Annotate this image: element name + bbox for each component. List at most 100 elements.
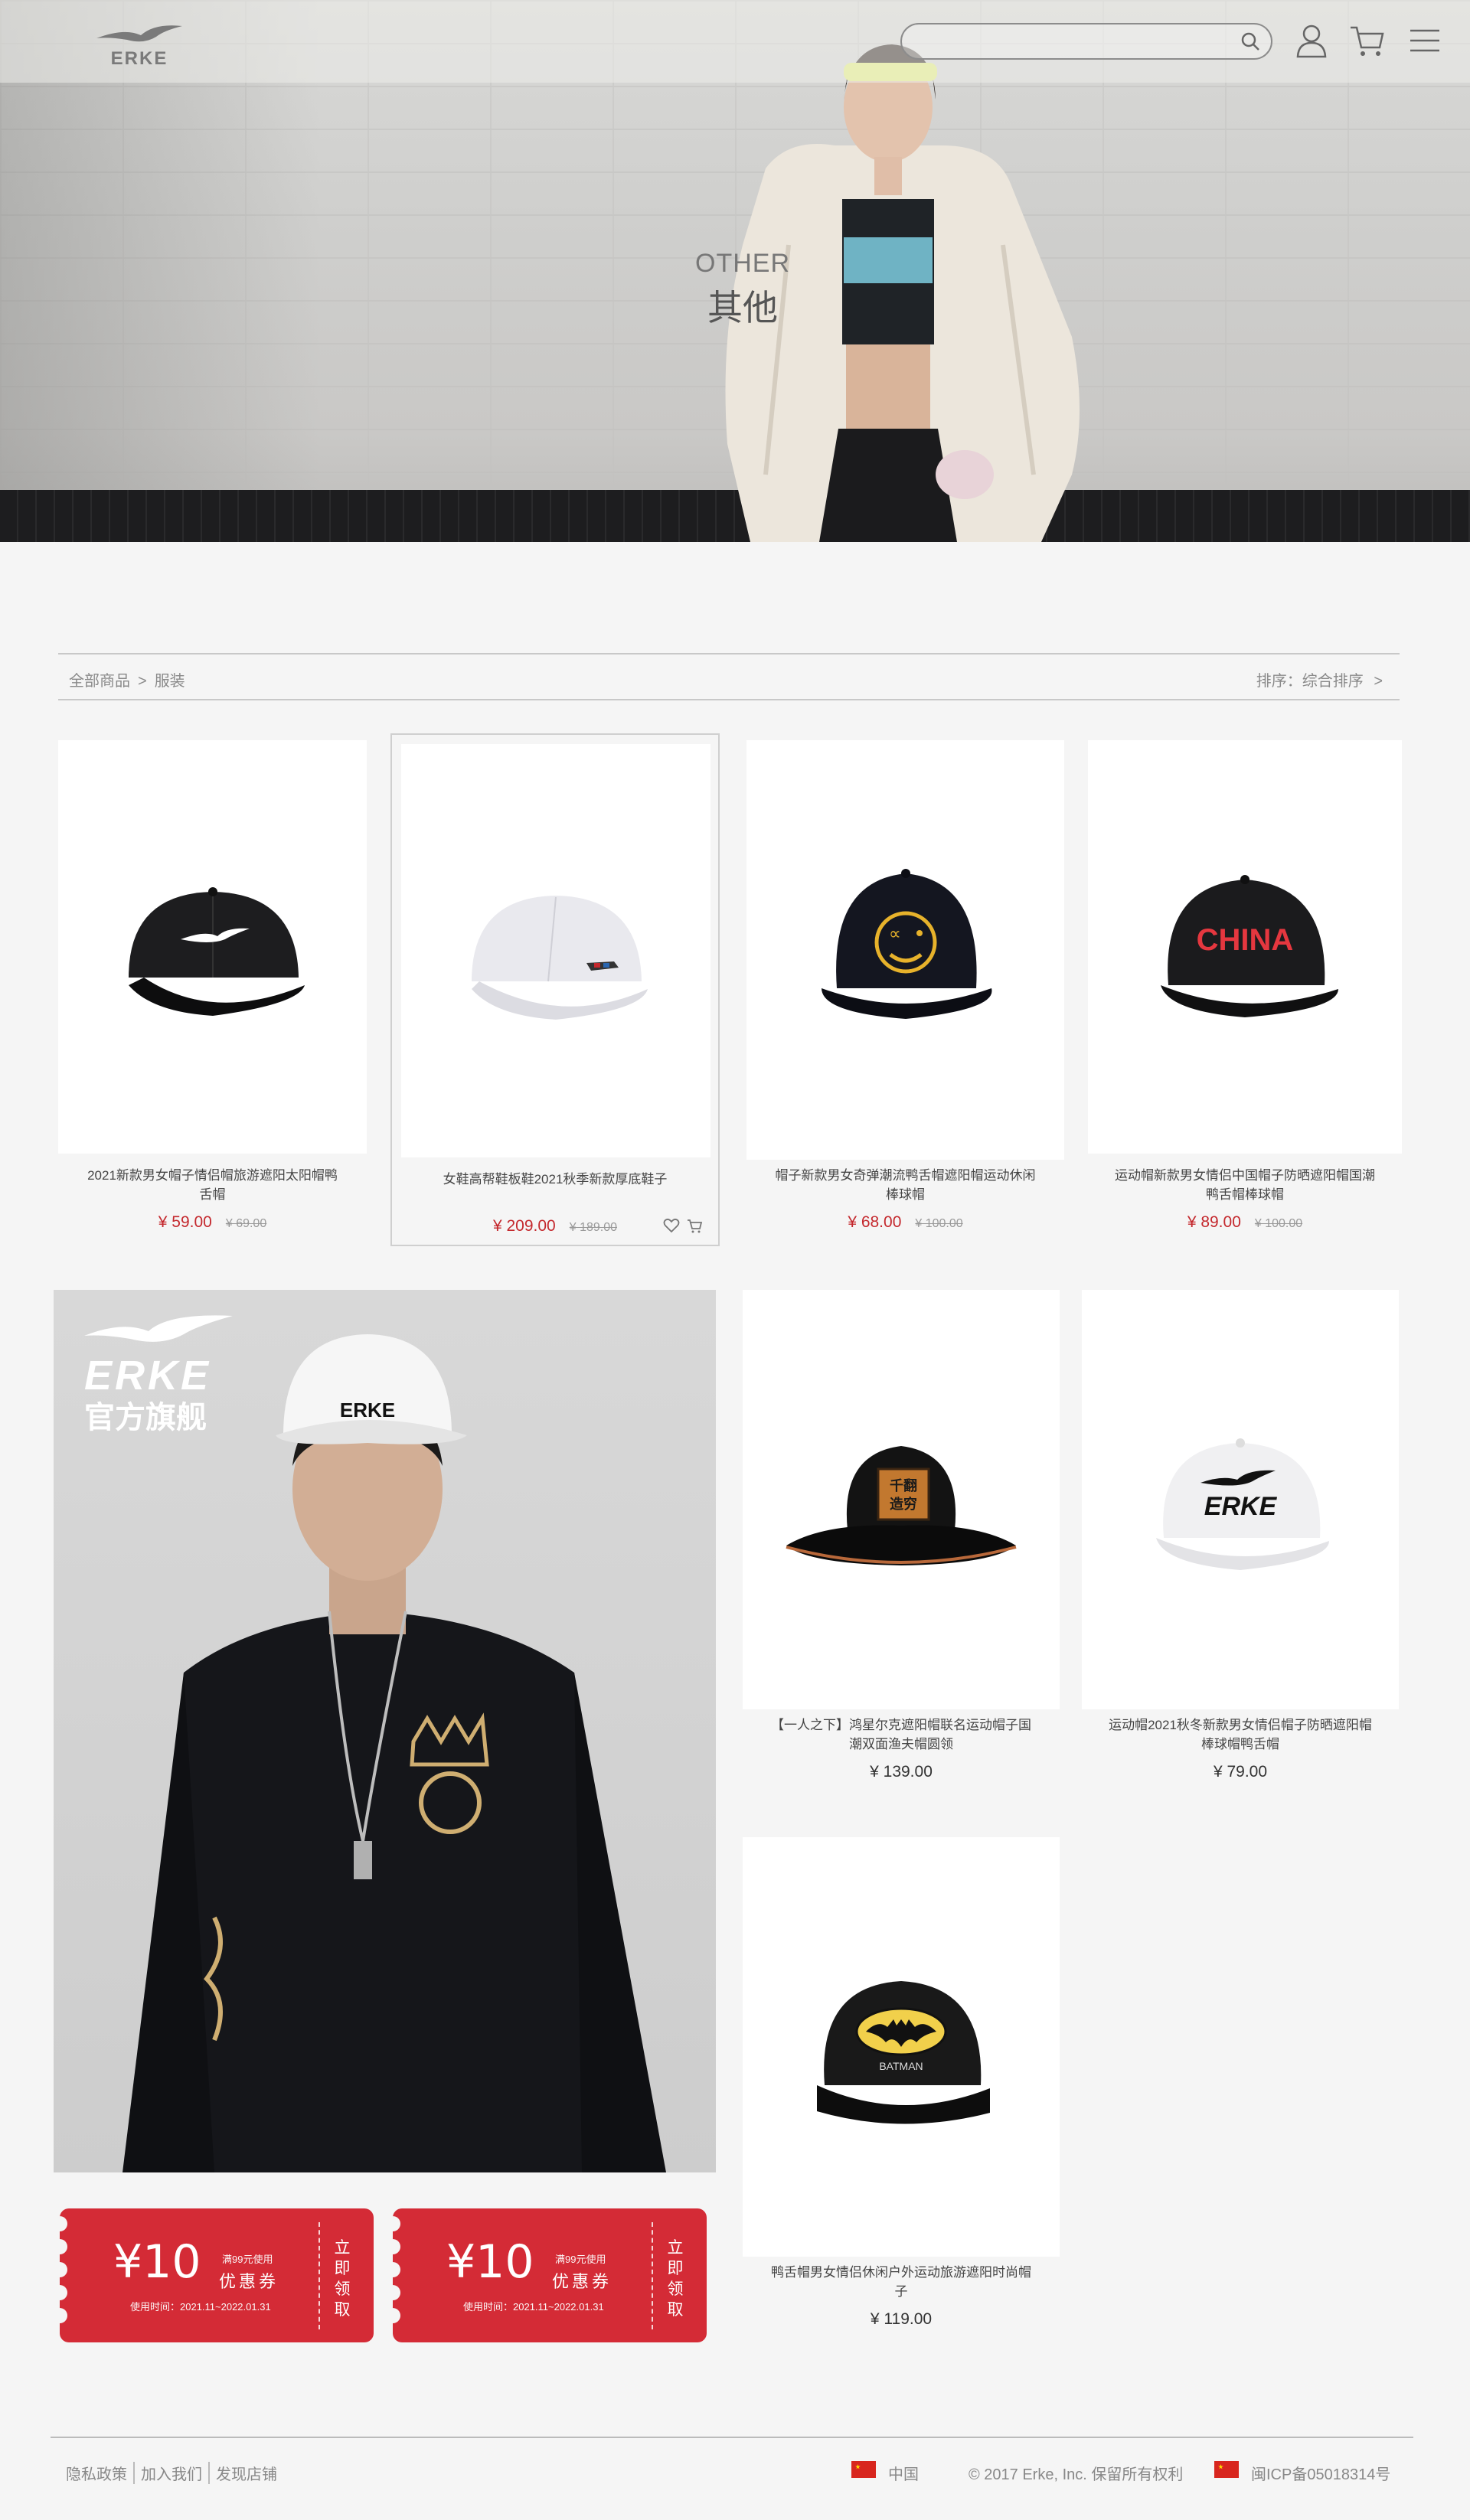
card-actions (657, 1217, 703, 1238)
user-icon[interactable] (1292, 21, 1331, 60)
svg-text:千翻: 千翻 (890, 1477, 917, 1494)
product-image[interactable] (58, 740, 367, 1154)
product-card[interactable]: ERKE 运动帽2021秋冬新款男女情侣帽子防晒遮阳帽棒球帽鸭舌帽 ¥ 79.0… (1082, 1290, 1399, 1787)
coupon-amount: ¥10 (113, 2235, 201, 2289)
product-name[interactable]: 女鞋高帮鞋板鞋2021秋季新款厚底鞋子 (392, 1170, 718, 1189)
coupon-label: 优惠券 (219, 2272, 279, 2291)
coupon-divider (318, 2222, 320, 2329)
product-price: ¥ 139.00 (870, 1763, 933, 1781)
breadcrumb-item-apparel[interactable]: 服装 (155, 668, 185, 690)
product-image[interactable] (401, 744, 710, 1157)
svg-text:造穷: 造穷 (890, 1496, 917, 1513)
product-prices: ¥ 119.00 (743, 2310, 1060, 2329)
breadcrumb-item-all[interactable]: 全部商品 (69, 668, 130, 690)
promo-model-image: ERKE 官方旗舰 ERKE (84, 1315, 666, 2172)
breadcrumb-separator: > (138, 673, 147, 690)
coupon-condition: 满99元使用 (555, 2254, 606, 2265)
sort-dropdown[interactable]: 排序：综合排序 > (1256, 668, 1383, 690)
search-input[interactable] (920, 31, 1211, 52)
product-name[interactable]: 运动帽2021秋冬新款男女情侣帽子防晒遮阳帽棒球帽鸭舌帽 (1082, 1715, 1399, 1754)
erke-white-cap-image: ERKE (1156, 1438, 1329, 1570)
product-card[interactable]: 2021新款男女帽子情侣帽旅游遮阳太阳帽鸭舌帽 ¥ 59.00 ¥ 69.00 (58, 740, 367, 1238)
coupon-notch (60, 2262, 67, 2277)
top-navigation-bar: ERKE (0, 0, 1470, 83)
chevron-right-icon: > (1374, 673, 1383, 690)
coupon-label: 优惠券 (552, 2272, 612, 2291)
footer-copyright: © 2017 Erke, Inc. 保留所有权利 (969, 2466, 1184, 2483)
coupon-notch (393, 2262, 400, 2277)
product-card[interactable]: BATMAN 鸭舌帽男女情侣休闲户外运动旅游遮阳时尚帽子 ¥ 119.00 (743, 1837, 1060, 2335)
footer-region[interactable]: 中国 (888, 2462, 919, 2484)
product-image[interactable]: BATMAN (743, 1837, 1060, 2257)
product-old-price: ¥ 69.00 (225, 1217, 267, 1230)
coupon-notch (60, 2285, 67, 2300)
coupon[interactable]: ¥10 满99元使用 优惠券 使用时间：2021.11~2022.01.31 立… (393, 2208, 707, 2342)
product-old-price: ¥ 100.00 (915, 1217, 963, 1230)
promo-subtitle: 官方旗舰 (84, 1400, 207, 1435)
product-name[interactable]: 鸭舌帽男女情侣休闲户外运动旅游遮阳时尚帽子 (743, 2263, 1060, 2301)
product-name[interactable]: 【一人之下】鸿星尔克遮阳帽联名运动帽子国潮双面渔夫帽圆领 (743, 1715, 1060, 1754)
product-name[interactable]: 运动帽新款男女情侣中国帽子防晒遮阳帽国潮鸭舌帽棒球帽 (1088, 1166, 1402, 1204)
product-card-highlighted[interactable]: 女鞋高帮鞋板鞋2021秋季新款厚底鞋子 ¥ 209.00 ¥ 189.00 (390, 733, 720, 1246)
heart-icon[interactable] (663, 1217, 680, 1234)
product-old-price: ¥ 100.00 (1254, 1217, 1303, 1230)
promo-cap-text: ERKE (340, 1399, 395, 1422)
cart-icon[interactable] (1348, 21, 1386, 60)
coupon[interactable]: ¥10 满99元使用 优惠券 使用时间：2021.11~2022.01.31 立… (60, 2208, 374, 2342)
search-icon[interactable] (1240, 31, 1260, 51)
product-prices: ¥ 89.00 ¥ 100.00 (1088, 1213, 1402, 1232)
product-name[interactable]: 帽子新款男女奇弹潮流鸭舌帽遮阳帽运动休闲棒球帽 (746, 1166, 1064, 1204)
breadcrumb: 全部商品 > 服装 (69, 668, 185, 690)
china-flag-icon (851, 2461, 876, 2478)
footer-link-stores[interactable]: 发现店铺 (210, 2462, 283, 2484)
logo-text: ERKE (111, 48, 168, 69)
product-price: ¥ 209.00 (492, 1217, 556, 1235)
product-price: ¥ 119.00 (870, 2310, 933, 2328)
bucket-hat-image: 千翻 造穷 (786, 1446, 1017, 1565)
smiley-cap-image: ∝ (821, 869, 991, 1023)
hero-title-cn: 其他 (707, 288, 778, 328)
sort-label: 排序：综合排序 (1256, 673, 1364, 690)
china-cap-image: CHINA (1161, 875, 1338, 1017)
product-price: ¥ 68.00 (848, 1213, 902, 1231)
cap-text-batman: BATMAN (879, 2060, 923, 2072)
search-box[interactable] (900, 23, 1272, 60)
hero-title-en: OTHER (695, 249, 790, 278)
product-image[interactable]: 千翻 造穷 (743, 1290, 1060, 1709)
product-card[interactable]: 千翻 造穷 【一人之下】鸿星尔克遮阳帽联名运动帽子国潮双面渔夫帽圆领 ¥ 139… (743, 1290, 1060, 1787)
coupon-divider (652, 2222, 653, 2329)
footer-icp[interactable]: 闽ICP备05018314号 (1251, 2462, 1390, 2484)
coupon-notch (60, 2308, 67, 2323)
product-old-price: ¥ 189.00 (569, 1221, 618, 1234)
product-price: ¥ 89.00 (1187, 1213, 1241, 1231)
hero-banner: OTHER 其他 ERKE (0, 0, 1470, 542)
product-image[interactable]: ∝ (746, 740, 1064, 1160)
black-cap-image (128, 887, 305, 1016)
brand-logo[interactable]: ERKE (93, 20, 185, 69)
cap-text-erke: ERKE (1204, 1492, 1278, 1521)
coupon-notch (393, 2285, 400, 2300)
white-cap-image (472, 896, 648, 1020)
coupon-notch (60, 2239, 67, 2254)
footer-link-join[interactable]: 加入我们 (135, 2462, 210, 2484)
promo-brand: ERKE (84, 1353, 211, 1399)
footer-link-privacy[interactable]: 隐私政策 (66, 2462, 135, 2484)
coupon-claim-button[interactable]: 立即领取 (664, 2238, 687, 2320)
product-name[interactable]: 2021新款男女帽子情侣帽旅游遮阳太阳帽鸭舌帽 (58, 1166, 367, 1204)
product-image[interactable]: ERKE (1082, 1290, 1399, 1709)
promo-banner[interactable]: ERKE 官方旗舰 ERKE (54, 1290, 716, 2172)
coupon-notch (393, 2239, 400, 2254)
coupon-amount: ¥10 (446, 2235, 534, 2289)
cart-add-icon[interactable] (686, 1217, 703, 1234)
coupon-claim-button[interactable]: 立即领取 (331, 2238, 354, 2320)
coupon-validity: 使用时间：2021.11~2022.01.31 (130, 2301, 271, 2313)
product-image[interactable]: CHINA (1088, 740, 1402, 1154)
coupon-validity: 使用时间：2021.11~2022.01.31 (463, 2301, 604, 2313)
product-card[interactable]: ∝ 帽子新款男女奇弹潮流鸭舌帽遮阳帽运动休闲棒球帽 ¥ 68.00 ¥ 100.0… (746, 740, 1064, 1238)
china-flag-icon (1214, 2461, 1239, 2478)
product-card[interactable]: CHINA 运动帽新款男女情侣中国帽子防晒遮阳帽国潮鸭舌帽棒球帽 ¥ 89.00… (1088, 740, 1402, 1238)
batman-cap-image: BATMAN (817, 1981, 990, 2124)
svg-text:∝: ∝ (889, 925, 901, 944)
menu-icon[interactable] (1406, 21, 1444, 60)
product-prices: ¥ 139.00 (743, 1763, 1060, 1781)
